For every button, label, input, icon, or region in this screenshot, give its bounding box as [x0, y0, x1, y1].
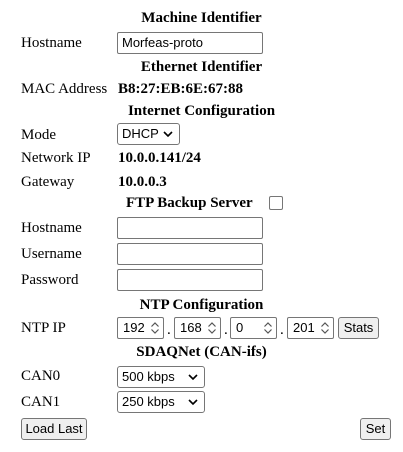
can1-bitrate-value: 250 kbps — [122, 394, 175, 409]
ftp-password-input[interactable] — [117, 269, 263, 291]
mode-select[interactable]: DHCP — [117, 123, 180, 145]
spinner-arrows-icon[interactable] — [207, 321, 217, 335]
mac-address-label: MAC Address — [21, 81, 108, 97]
ntp-configuration-heading: NTP Configuration — [139, 297, 264, 313]
ntp-ip-octet-2-value: 168 — [180, 320, 202, 335]
spinner-arrows-icon[interactable] — [150, 321, 160, 335]
chevron-down-icon — [188, 399, 198, 406]
machine-hostname-label: Hostname — [21, 35, 82, 51]
can0-label: CAN0 — [21, 368, 61, 384]
ip-separator-dot: . — [280, 322, 284, 338]
ntp-ip-octet-3[interactable]: 0 — [230, 317, 277, 339]
ntp-ip-octet-1-value: 192 — [123, 320, 145, 335]
sdaqnet-heading: SDAQNet (CAN-ifs) — [136, 344, 267, 360]
ftp-password-label: Password — [21, 272, 79, 288]
ip-separator-dot: . — [167, 322, 171, 338]
can0-bitrate-select[interactable]: 500 kbps — [117, 366, 205, 388]
ftp-hostname-input[interactable] — [117, 217, 263, 239]
chevron-down-icon — [163, 131, 173, 138]
machine-hostname-input[interactable]: Morfeas-proto — [117, 32, 263, 54]
ntp-ip-label: NTP IP — [21, 320, 66, 336]
ftp-backup-heading: FTP Backup Server — [126, 195, 253, 211]
ftp-username-input[interactable] — [117, 243, 263, 265]
spinner-arrows-icon[interactable] — [263, 321, 273, 335]
ethernet-identifier-heading: Ethernet Identifier — [140, 59, 263, 75]
gateway-value: 10.0.0.3 — [118, 174, 167, 190]
mode-label: Mode — [21, 127, 56, 143]
set-button[interactable]: Set — [360, 418, 391, 440]
load-last-button[interactable]: Load Last — [21, 418, 87, 440]
mode-select-value: DHCP — [122, 126, 159, 141]
mac-address-value: B8:27:EB:6E:67:88 — [118, 81, 243, 97]
ntp-ip-octet-4[interactable]: 201 — [287, 317, 334, 339]
ip-separator-dot: . — [224, 322, 228, 338]
ftp-username-label: Username — [21, 246, 82, 262]
ntp-ip-octet-3-value: 0 — [236, 320, 244, 335]
can1-bitrate-select[interactable]: 250 kbps — [117, 391, 205, 413]
network-ip-label: Network IP — [21, 150, 91, 166]
can0-bitrate-value: 500 kbps — [122, 369, 175, 384]
network-ip-value: 10.0.0.141/24 — [118, 150, 201, 166]
ftp-hostname-label: Hostname — [21, 220, 82, 236]
ntp-ip-octet-4-value: 201 — [293, 320, 315, 335]
internet-configuration-heading: Internet Configuration — [127, 103, 276, 119]
ftp-enable-checkbox[interactable] — [269, 196, 283, 210]
chevron-down-icon — [188, 374, 198, 381]
ntp-ip-octet-2[interactable]: 168 — [174, 317, 221, 339]
spinner-arrows-icon[interactable] — [320, 321, 330, 335]
ntp-stats-button[interactable]: Stats — [338, 317, 379, 339]
gateway-label: Gateway — [21, 174, 75, 190]
can1-label: CAN1 — [21, 394, 61, 410]
ntp-ip-octet-1[interactable]: 192 — [117, 317, 164, 339]
machine-identifier-heading: Machine Identifier — [141, 10, 262, 26]
